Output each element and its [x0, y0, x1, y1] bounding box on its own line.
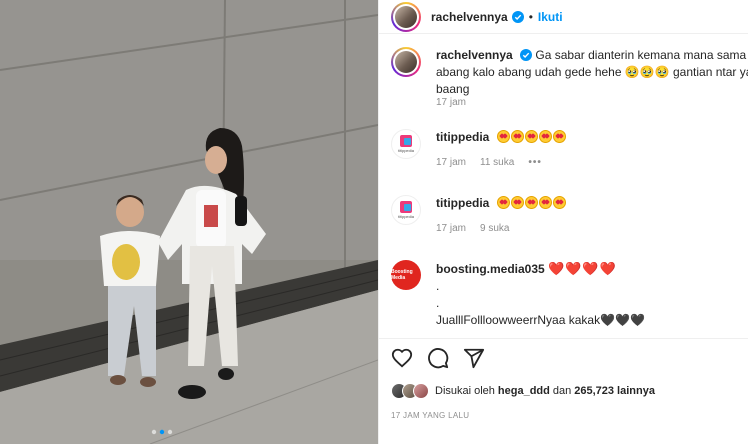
caption-username[interactable]: rachelvennya [436, 48, 513, 62]
titippedia-logo-icon [400, 135, 412, 147]
commenter-avatar[interactable]: titippedia [391, 129, 421, 159]
logo-wordmark: titippedia [397, 148, 414, 153]
author-username[interactable]: rachelvennya [431, 10, 508, 24]
comment-line: JualllFollloowweerrNyaa kakak🖤🖤🖤 [436, 313, 645, 327]
comment-likes[interactable]: 11 suka [480, 157, 514, 168]
verified-badge-icon [520, 49, 533, 61]
heart-eyes-emoji-icon [496, 196, 567, 210]
share-icon[interactable] [463, 347, 485, 369]
post-timestamp: 17 JAM YANG LALU [391, 411, 470, 420]
comment-username[interactable]: boosting.media035 [436, 262, 545, 276]
likes-summary[interactable]: Disukai oleh hega_ddd dan 265,723 lainny… [391, 383, 658, 399]
comment-line: . [436, 296, 440, 310]
verified-badge-icon [511, 10, 524, 23]
post-panel: rachelvennya • Ikuti rachelvennya Ga sab… [378, 0, 748, 444]
liker-username[interactable]: hega_ddd [498, 385, 550, 397]
logo-wordmark: Boosting Media [391, 269, 413, 281]
more-options-icon[interactable]: ••• [528, 157, 542, 168]
header-separator: • [528, 9, 533, 24]
comment-icon[interactable] [427, 347, 449, 369]
likes-count[interactable]: 265,723 lainnya [574, 385, 655, 397]
heart-eyes-emoji-icon [496, 130, 567, 144]
likes-conj: dan [552, 385, 572, 397]
likes-prefix: Disukai oleh [435, 385, 495, 397]
comment-line: . [436, 279, 440, 293]
comments-list: rachelvennya Ga sabar dianterin kemana m… [379, 35, 748, 337]
comment-likes[interactable]: 9 suka [480, 223, 509, 234]
logo-wordmark: titippedia [397, 214, 414, 219]
comment-username[interactable]: titippedia [436, 130, 489, 144]
liker-avatars [391, 383, 429, 399]
post-header: rachelvennya • Ikuti [379, 0, 748, 34]
heart-icon[interactable] [391, 347, 413, 369]
commenter-avatar[interactable]: titippedia [391, 195, 421, 225]
heart-emoji-icon: ❤️❤️❤️❤️ [548, 261, 617, 276]
post-photo [0, 0, 378, 444]
post-actions: Disukai oleh hega_ddd dan 265,723 lainny… [379, 338, 748, 444]
comment-username[interactable]: titippedia [436, 196, 489, 210]
follow-button[interactable]: Ikuti [538, 10, 563, 24]
comment-time: 17 jam [436, 157, 467, 168]
caption-avatar[interactable] [391, 47, 421, 77]
caption-time: 17 jam [436, 97, 467, 108]
titippedia-logo-icon [400, 201, 412, 213]
comment-time: 17 jam [436, 223, 467, 234]
commenter-avatar[interactable]: Boosting Media [391, 260, 421, 290]
author-avatar[interactable] [391, 1, 421, 32]
